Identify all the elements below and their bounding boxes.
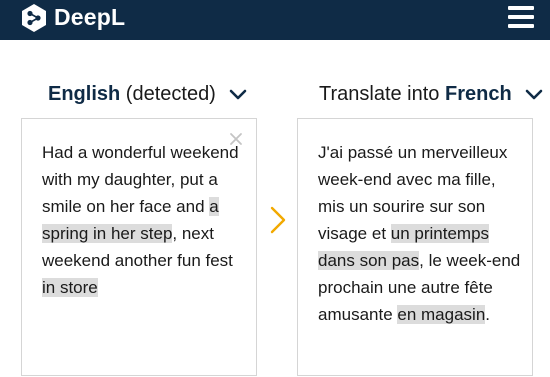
top-bar: DeepL [0,0,550,40]
source-language-selector[interactable]: English (detected) [48,82,247,106]
brand-name[interactable]: DeepL [54,4,125,30]
source-language-note: (detected) [125,83,216,105]
translation-output-panel[interactable]: J'ai passé un merveilleux week-end avec … [297,118,533,376]
source-highlighted-phrase[interactable]: in store [42,278,98,297]
menu-line [508,6,534,10]
source-language-name: English [48,83,121,105]
source-text-input[interactable]: Had a wonderful weekend with my daughter… [42,139,247,301]
chevron-right-icon [270,206,286,234]
chevron-down-icon [525,89,543,100]
translation-highlighted-phrase[interactable]: en magasin [397,305,486,324]
menu-line [508,24,534,28]
translation-text[interactable]: J'ai passé un merveilleux week-end avec … [318,139,523,328]
target-language-selector[interactable]: Translate into French [319,82,543,106]
target-language-name: French [445,83,512,105]
chevron-down-icon [230,89,247,100]
translation-text-segment: . [485,305,491,324]
menu-line [508,15,534,19]
source-text-panel[interactable]: Had a wonderful weekend with my daughter… [21,118,257,376]
deepl-logo-icon[interactable] [20,3,48,33]
target-language-prefix: Translate into [319,83,445,105]
hamburger-menu-icon[interactable] [508,6,534,28]
